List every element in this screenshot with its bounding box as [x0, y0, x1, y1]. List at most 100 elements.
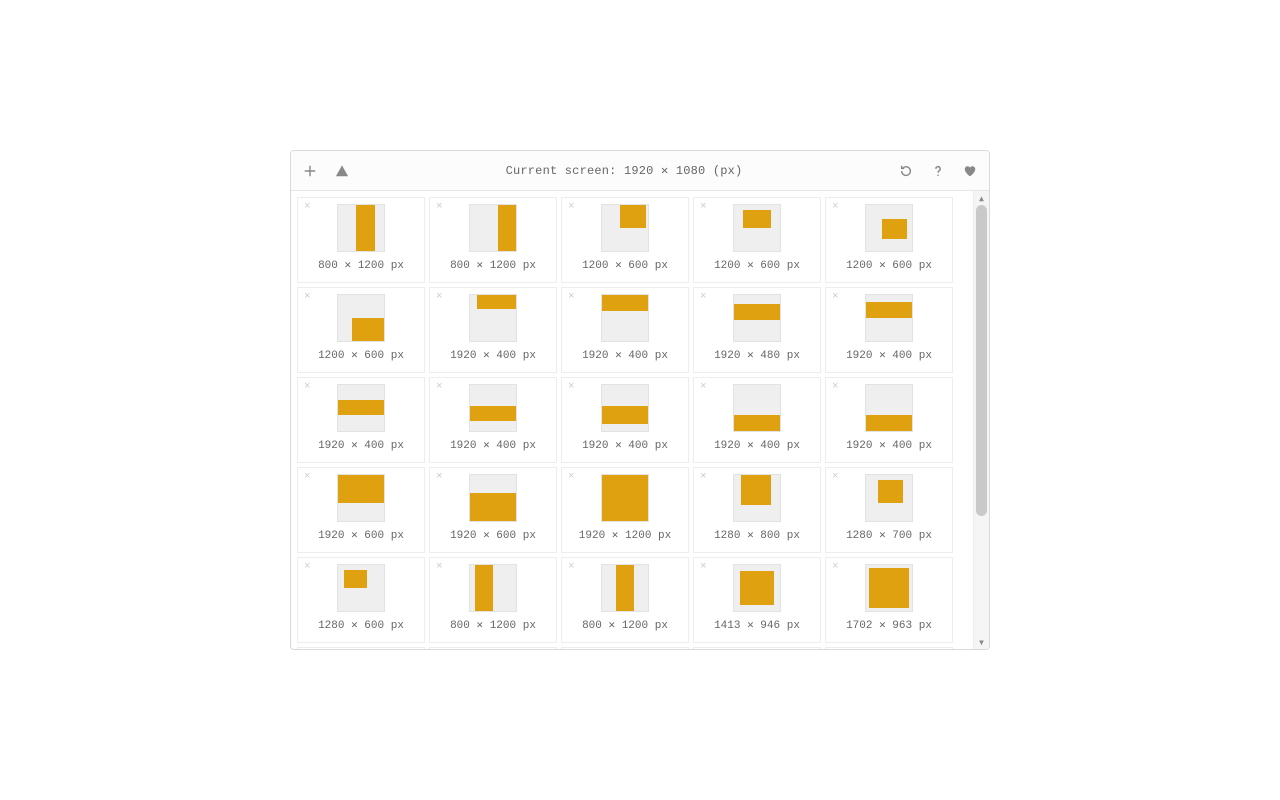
scroll-down-arrow[interactable]: ▾	[974, 635, 989, 649]
scroll-thumb[interactable]	[976, 205, 987, 516]
close-icon[interactable]: ×	[700, 562, 707, 573]
size-card[interactable]: ×800 ✕ 1200 px	[297, 197, 425, 283]
size-card[interactable]: ×800 ✕ 1200 px	[561, 557, 689, 643]
size-card[interactable]: ×1920 ✕ 480 px	[693, 287, 821, 373]
close-icon[interactable]: ×	[568, 292, 575, 303]
size-card[interactable]: ×1920 ✕ 400 px	[561, 287, 689, 373]
close-icon[interactable]: ×	[700, 472, 707, 483]
close-icon[interactable]: ×	[436, 562, 443, 573]
preview-slice	[620, 205, 645, 228]
preview-thumb	[865, 564, 913, 612]
preview-thumb	[733, 564, 781, 612]
size-card[interactable]: × 1920 ✕ 400 px	[825, 377, 953, 463]
preview-thumb	[865, 474, 913, 522]
preview-thumb	[733, 384, 781, 432]
preview-slice	[352, 318, 384, 341]
close-icon[interactable]: ×	[832, 202, 839, 213]
close-icon[interactable]: ×	[568, 472, 575, 483]
plus-icon	[303, 164, 317, 178]
preview-slice	[338, 400, 384, 415]
close-icon[interactable]: ×	[436, 292, 443, 303]
size-card[interactable]: × 1280 ✕ 600 px	[297, 557, 425, 643]
close-icon[interactable]: ×	[568, 202, 575, 213]
preview-thumb	[601, 204, 649, 252]
preview-thumb	[469, 384, 517, 432]
preview-thumb	[337, 564, 385, 612]
preview-slice	[734, 304, 780, 320]
grid-scroll-area[interactable]: ×800 ✕ 1200 px×800 ✕ 1200 px×1200 ✕ 600 …	[291, 191, 973, 649]
header-title: Current screen: 1920 ✕ 1080 (px)	[351, 163, 897, 178]
preview-slice	[866, 302, 912, 318]
close-icon[interactable]: ×	[436, 202, 443, 213]
size-card[interactable]: ×1280 ✕ 700 px	[825, 467, 953, 553]
close-icon[interactable]: ×	[700, 202, 707, 213]
size-card[interactable]: ×1702 ✕ 963 px	[825, 557, 953, 643]
size-card[interactable]: × 1280 ✕ 800 px	[693, 467, 821, 553]
favorite-button[interactable]	[961, 162, 979, 180]
preview-thumb	[469, 474, 517, 522]
scroll-up-arrow[interactable]: ▴	[974, 191, 989, 205]
close-icon[interactable]: ×	[304, 292, 311, 303]
size-label: 1200 ✕ 600 px	[846, 258, 932, 272]
size-card[interactable]: ×1200 ✕ 600 px	[561, 197, 689, 283]
preview-thumb	[337, 204, 385, 252]
size-card[interactable]: ×1920 ✕ 400 px	[561, 377, 689, 463]
preview-slice	[602, 406, 648, 424]
vertical-scrollbar[interactable]: ▴ ▾	[973, 191, 989, 649]
close-icon[interactable]: ×	[436, 382, 443, 393]
warning-icon	[335, 164, 349, 178]
close-icon[interactable]: ×	[700, 382, 707, 393]
close-icon[interactable]: ×	[304, 562, 311, 573]
preview-slice	[344, 570, 367, 588]
close-icon[interactable]: ×	[700, 292, 707, 303]
preview-thumb	[733, 204, 781, 252]
close-icon[interactable]: ×	[304, 382, 311, 393]
add-button[interactable]	[301, 162, 319, 180]
close-icon[interactable]: ×	[568, 382, 575, 393]
close-icon[interactable]: ×	[832, 292, 839, 303]
size-label: 1200 ✕ 600 px	[318, 348, 404, 362]
preview-thumb	[601, 384, 649, 432]
size-card[interactable]: × 1200 ✕ 600 px	[825, 197, 953, 283]
reload-button[interactable]	[897, 162, 915, 180]
close-icon[interactable]: ×	[436, 472, 443, 483]
close-icon[interactable]: ×	[568, 562, 575, 573]
size-label: 1280 ✕ 600 px	[318, 618, 404, 632]
preview-thumb	[469, 294, 517, 342]
preview-thumb	[601, 474, 649, 522]
size-label: 1920 ✕ 400 px	[318, 438, 404, 452]
close-icon[interactable]: ×	[304, 202, 311, 213]
size-card[interactable]: × 1200 ✕ 600 px	[297, 287, 425, 373]
close-icon[interactable]: ×	[832, 382, 839, 393]
size-card[interactable]: × 1920 ✕ 400 px	[297, 377, 425, 463]
size-card-partial: ×	[297, 647, 425, 649]
size-label: 1920 ✕ 400 px	[846, 438, 932, 452]
preview-slice	[602, 475, 648, 521]
close-icon[interactable]: ×	[304, 472, 311, 483]
warning-button[interactable]	[333, 162, 351, 180]
size-card[interactable]: ×1920 ✕ 600 px	[429, 467, 557, 553]
size-card[interactable]: ×1920 ✕ 600 px	[297, 467, 425, 553]
close-icon[interactable]: ×	[832, 562, 839, 573]
size-card[interactable]: ×1200 ✕ 600 px	[693, 197, 821, 283]
size-card[interactable]: × 800 ✕ 1200 px	[429, 557, 557, 643]
size-card-partial: ×	[561, 647, 689, 649]
size-label: 800 ✕ 1200 px	[450, 618, 536, 632]
size-card[interactable]: ×1920 ✕ 400 px	[429, 287, 557, 373]
size-label: 1920 ✕ 400 px	[450, 438, 536, 452]
size-card[interactable]: ×1920 ✕ 400 px	[693, 377, 821, 463]
size-label: 1920 ✕ 1200 px	[579, 528, 671, 542]
preview-slice	[743, 210, 771, 228]
size-card-partial: ×	[429, 647, 557, 649]
size-card[interactable]: × 1920 ✕ 1200 px	[561, 467, 689, 553]
preview-slice	[498, 205, 516, 251]
size-card[interactable]: ×800 ✕ 1200 px	[429, 197, 557, 283]
size-card[interactable]: ×1920 ✕ 400 px	[825, 287, 953, 373]
close-icon[interactable]: ×	[832, 472, 839, 483]
preview-thumb	[337, 474, 385, 522]
size-card[interactable]: × 1920 ✕ 400 px	[429, 377, 557, 463]
preview-thumb	[601, 294, 649, 342]
help-button[interactable]	[929, 162, 947, 180]
size-label: 1280 ✕ 800 px	[714, 528, 800, 542]
size-card[interactable]: ×1413 ✕ 946 px	[693, 557, 821, 643]
